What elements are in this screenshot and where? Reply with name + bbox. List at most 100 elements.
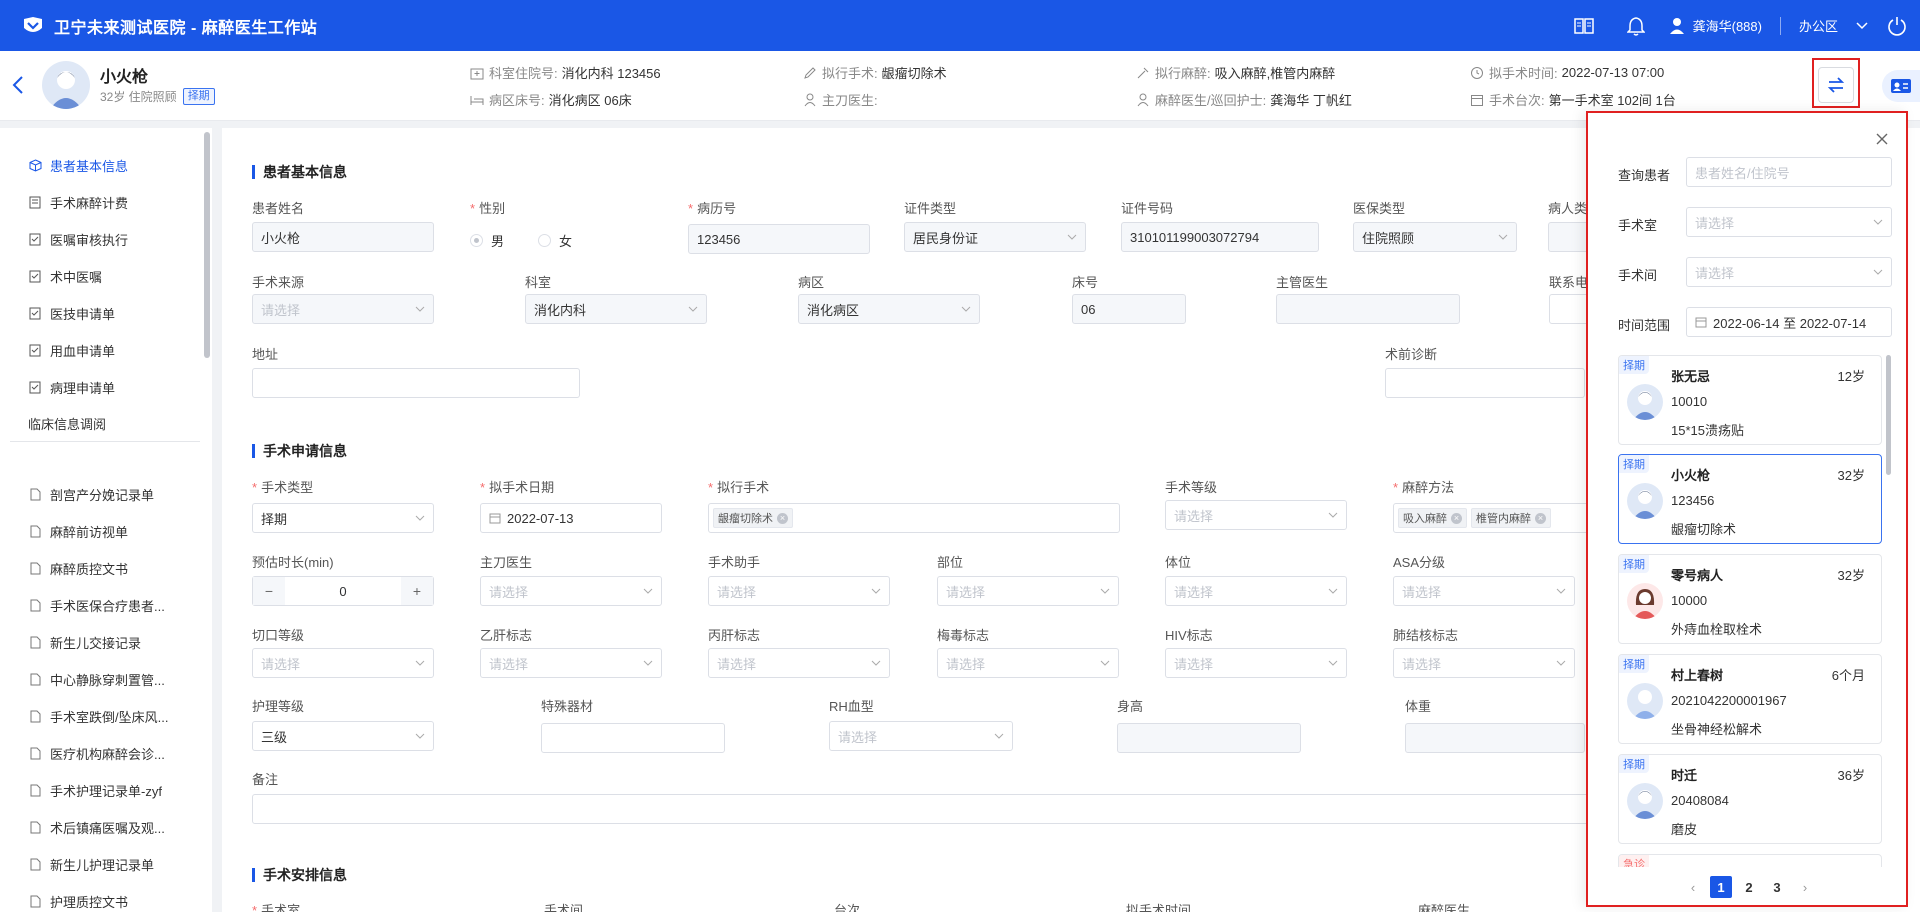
assistant-select[interactable]: 请选择 <box>708 576 890 606</box>
patient-search-input[interactable]: 患者姓名/住院号 <box>1686 157 1892 187</box>
opdate-picker[interactable]: 2022-07-13 <box>480 503 662 533</box>
chevron-down-icon <box>1328 660 1338 666</box>
book-icon[interactable] <box>1571 13 1597 39</box>
minus-button[interactable]: − <box>253 577 285 605</box>
hcv-select[interactable]: 请选择 <box>708 648 890 678</box>
section-title-basic: 患者基本信息 <box>252 162 347 182</box>
hbv-select[interactable]: 请选择 <box>480 648 662 678</box>
prev-page-button[interactable]: ‹ <box>1682 876 1704 898</box>
weight-input[interactable] <box>1405 723 1585 753</box>
doc-item[interactable]: 新生儿交接记录 <box>28 633 141 652</box>
doc-item[interactable]: 麻醉前访视单 <box>28 522 128 541</box>
patient-card[interactable]: 择期 小火枪 32岁 123456 龈瘤切除术 <box>1618 454 1882 544</box>
optype-select[interactable]: 择期 <box>252 503 434 533</box>
doc-item[interactable]: 手术医保合疗患者... <box>28 596 165 615</box>
patient-card-age: 6个月 <box>1831 668 1865 683</box>
doc-item[interactable]: 医疗机构麻醉会诊... <box>28 744 165 763</box>
tb-select[interactable]: 请选择 <box>1393 648 1575 678</box>
op-multiselect[interactable]: 龈瘤切除术 × <box>708 503 1120 533</box>
phone-input[interactable] <box>1549 294 1589 324</box>
gender-label: * 性别 <box>470 201 506 216</box>
gender-female-radio[interactable]: 女 <box>538 231 572 250</box>
sidebar-item-clinical-info[interactable]: 临床信息调阅 <box>28 414 106 433</box>
insurance-select[interactable]: 住院照顾 <box>1353 222 1517 252</box>
power-icon[interactable] <box>1884 13 1910 39</box>
source-select[interactable]: 请选择 <box>252 294 434 324</box>
patient-card-button[interactable] <box>1882 70 1920 102</box>
ward-select[interactable]: 消化病区 <box>798 294 980 324</box>
next-page-button[interactable]: › <box>1794 876 1816 898</box>
file-icon <box>28 599 42 613</box>
op-chip[interactable]: 龈瘤切除术 × <box>713 508 793 528</box>
oplevel-select[interactable]: 请选择 <box>1165 500 1347 530</box>
doc-item[interactable]: 剖宫产分娩记录单 <box>28 485 154 504</box>
planned-time-field: 拟手术时间: 2022-07-13 07:00 <box>1470 63 1664 82</box>
date-range-picker[interactable]: 2022-06-14 至 2022-07-14 <box>1686 307 1892 337</box>
sidebar-item-tech-request[interactable]: 医技申请单 <box>28 304 115 323</box>
page-button[interactable]: 2 <box>1738 876 1760 898</box>
file-icon <box>28 784 42 798</box>
address-input[interactable] <box>252 368 580 398</box>
dept-select[interactable]: 消化内科 <box>525 294 707 324</box>
idtype-select[interactable]: 居民身份证 <box>904 222 1086 252</box>
room-filter-select[interactable]: 请选择 <box>1686 207 1892 237</box>
user-menu[interactable]: 龚海华(888) <box>1669 16 1762 35</box>
doc-item[interactable]: 麻醉质控文书 <box>28 559 128 578</box>
mrn-input[interactable]: 123456 <box>688 224 870 254</box>
equipment-input[interactable] <box>541 723 725 753</box>
sidebar-item-basic-info[interactable]: 患者基本信息 <box>28 156 128 175</box>
idno-input[interactable]: 310101199003072794 <box>1121 222 1319 252</box>
close-icon[interactable] <box>1876 133 1888 145</box>
duration-stepper[interactable]: − 0 + <box>252 576 434 606</box>
surgeon-select[interactable]: 请选择 <box>480 576 662 606</box>
patient-card[interactable]: 择期 村上春树 6个月 2021042200001967 坐骨神经松解术 <box>1618 654 1882 744</box>
bed-input[interactable]: 06 <box>1072 294 1186 324</box>
oproom-filter-select[interactable]: 请选择 <box>1686 257 1892 287</box>
patient-card[interactable]: 择期 张无忌 12岁 10010 15*15溃疡贴 <box>1618 355 1882 445</box>
doc-item[interactable]: 中心静脉穿刺置管... <box>28 670 165 689</box>
sidebar-scrollbar[interactable] <box>204 132 210 358</box>
anes-chip[interactable]: 吸入麻醉 × <box>1398 508 1467 528</box>
checklist-icon <box>28 270 42 284</box>
doc-item[interactable]: 手术室跌倒/坠床风... <box>28 707 168 726</box>
sidebar-item-billing[interactable]: 手术麻醉计费 <box>28 193 128 212</box>
patient-card[interactable]: 择期 零号病人 32岁 10000 外痔血栓取栓术 <box>1618 554 1882 644</box>
doctor-icon <box>803 93 817 107</box>
sidebar-item-blood-request[interactable]: 用血申请单 <box>28 341 115 360</box>
diagnosis-input[interactable] <box>1385 368 1585 398</box>
asa-select[interactable]: 请选择 <box>1393 576 1575 606</box>
schedule-badge: 择期 <box>1619 356 1649 374</box>
back-arrow-icon[interactable] <box>12 75 28 95</box>
patient-avatar <box>42 61 90 109</box>
bell-icon[interactable] <box>1623 13 1649 39</box>
sidebar-item-pathology-request[interactable]: 病理申请单 <box>28 378 115 397</box>
doc-item[interactable]: 护理质控文书 <box>28 892 128 911</box>
anes-chip[interactable]: 椎管内麻醉 × <box>1471 508 1551 528</box>
doc-item[interactable]: 新生儿护理记录单 <box>28 855 154 874</box>
patient-list-scrollbar[interactable] <box>1886 355 1891 475</box>
attending-doctor-input[interactable] <box>1276 294 1460 324</box>
patient-card[interactable]: 急诊 <box>1618 854 1882 867</box>
anes-multiselect[interactable]: 吸入麻醉 × 椎管内麻醉 × <box>1393 503 1593 533</box>
syphilis-select[interactable]: 请选择 <box>937 648 1119 678</box>
page-button[interactable]: 3 <box>1766 876 1788 898</box>
hiv-select[interactable]: 请选择 <box>1165 648 1347 678</box>
rh-select[interactable]: 请选择 <box>829 721 1013 751</box>
patient-name-input[interactable]: 小火枪 <box>252 222 434 252</box>
height-input[interactable] <box>1117 723 1301 753</box>
plus-button[interactable]: + <box>401 577 433 605</box>
query-label: 查询患者 <box>1618 168 1671 183</box>
incision-select[interactable]: 请选择 <box>252 648 434 678</box>
patient-card[interactable]: 择期 时迁 36岁 20408084 磨皮 <box>1618 754 1882 844</box>
doc-item[interactable]: 术后镇痛医嘱及观... <box>28 818 165 837</box>
sidebar-item-order-review[interactable]: 医嘱审核执行 <box>28 230 128 249</box>
page-button[interactable]: 1 <box>1710 876 1732 898</box>
remark-input[interactable] <box>252 794 1592 824</box>
gender-male-radio[interactable]: 男 <box>470 231 504 250</box>
part-select[interactable]: 请选择 <box>937 576 1119 606</box>
doc-item[interactable]: 手术护理记录单-zyf <box>28 781 162 800</box>
office-selector[interactable]: 办公区 <box>1799 16 1868 35</box>
nurse-level-select[interactable]: 三级 <box>252 721 434 751</box>
position-select[interactable]: 请选择 <box>1165 576 1347 606</box>
sidebar-item-intraop-order[interactable]: 术中医嘱 <box>28 267 102 286</box>
